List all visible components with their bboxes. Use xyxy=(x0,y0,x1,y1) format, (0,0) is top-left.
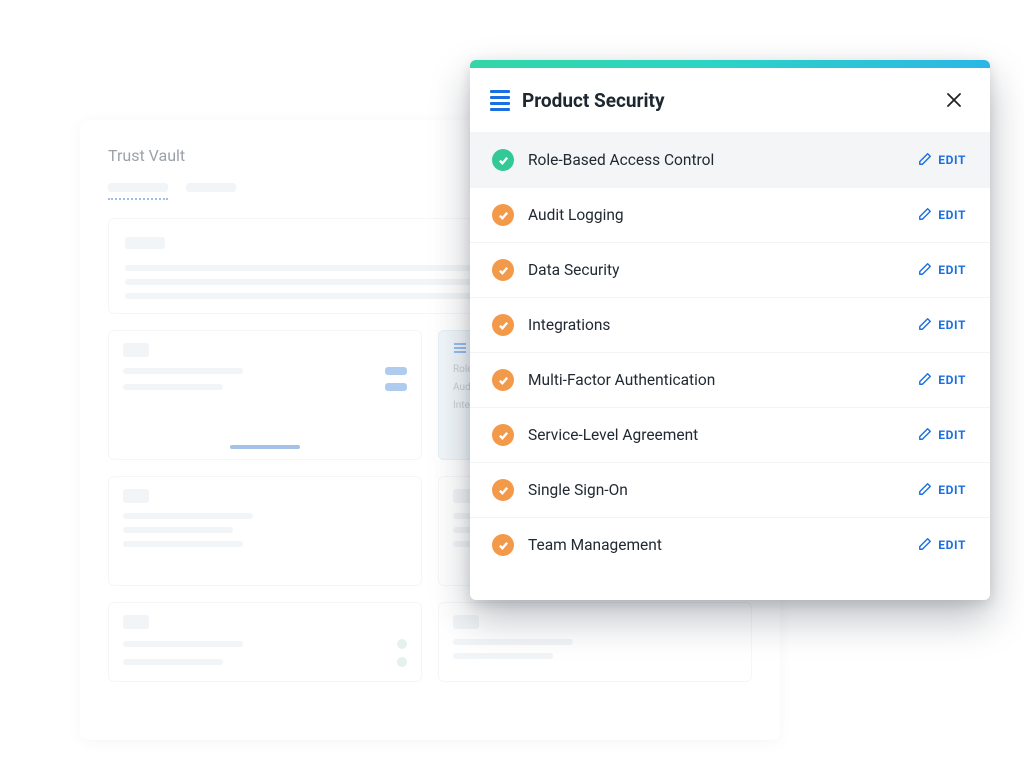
security-item-label: Integrations xyxy=(528,316,610,334)
pencil-icon xyxy=(918,316,932,335)
security-item-label: Single Sign-On xyxy=(528,481,628,499)
edit-label: EDIT xyxy=(938,263,966,277)
check-complete-icon xyxy=(492,149,514,171)
check-pending-icon xyxy=(492,479,514,501)
pencil-icon xyxy=(918,371,932,390)
tab-underline xyxy=(108,198,168,200)
security-item-label: Service-Level Agreement xyxy=(528,426,698,444)
panel-title: Product Security xyxy=(522,89,665,112)
check-pending-icon xyxy=(492,424,514,446)
security-item[interactable]: Data Security EDIT xyxy=(470,242,990,297)
edit-button[interactable]: EDIT xyxy=(918,151,966,170)
security-item[interactable]: Audit Logging EDIT xyxy=(470,187,990,242)
list-icon xyxy=(453,341,467,355)
security-item-label: Role-Based Access Control xyxy=(528,151,714,169)
check-pending-icon xyxy=(492,534,514,556)
security-item[interactable]: Service-Level Agreement EDIT xyxy=(470,407,990,462)
product-security-panel: Product Security Role-Based Access Contr… xyxy=(470,60,990,600)
security-item-label: Audit Logging xyxy=(528,206,624,224)
pencil-icon xyxy=(918,261,932,280)
security-item[interactable]: Integrations EDIT xyxy=(470,297,990,352)
security-item[interactable]: Multi-Factor Authentication EDIT xyxy=(470,352,990,407)
edit-button[interactable]: EDIT xyxy=(918,426,966,445)
edit-button[interactable]: EDIT xyxy=(918,536,966,555)
edit-button[interactable]: EDIT xyxy=(918,316,966,335)
edit-label: EDIT xyxy=(938,208,966,222)
security-item-label: Multi-Factor Authentication xyxy=(528,371,715,389)
edit-label: EDIT xyxy=(938,318,966,332)
security-item-label: Team Management xyxy=(528,536,662,554)
security-item[interactable]: Team Management EDIT xyxy=(470,517,990,572)
edit-button[interactable]: EDIT xyxy=(918,261,966,280)
edit-label: EDIT xyxy=(938,483,966,497)
pencil-icon xyxy=(918,151,932,170)
status-dot-icon xyxy=(397,657,407,667)
skeleton-card xyxy=(108,330,422,460)
pencil-icon xyxy=(918,481,932,500)
skeleton-card xyxy=(108,602,422,682)
menu-icon[interactable] xyxy=(490,90,510,111)
edit-button[interactable]: EDIT xyxy=(918,371,966,390)
edit-label: EDIT xyxy=(938,538,966,552)
pencil-icon xyxy=(918,206,932,225)
skeleton-card xyxy=(438,602,752,682)
check-pending-icon xyxy=(492,204,514,226)
panel-accent-bar xyxy=(470,60,990,68)
security-item[interactable]: Role-Based Access Control EDIT xyxy=(470,132,990,187)
security-item-list: Role-Based Access ControlEDITAudit Loggi… xyxy=(470,132,990,572)
check-pending-icon xyxy=(492,314,514,336)
pencil-icon xyxy=(918,536,932,555)
skeleton-link xyxy=(230,445,300,449)
status-dot-icon xyxy=(397,639,407,649)
edit-label: EDIT xyxy=(938,153,966,167)
security-item[interactable]: Single Sign-On EDIT xyxy=(470,462,990,517)
edit-button[interactable]: EDIT xyxy=(918,206,966,225)
edit-button[interactable]: EDIT xyxy=(918,481,966,500)
skeleton-card xyxy=(108,476,422,586)
close-button[interactable] xyxy=(942,88,966,112)
check-pending-icon xyxy=(492,259,514,281)
security-item-label: Data Security xyxy=(528,261,619,279)
edit-label: EDIT xyxy=(938,428,966,442)
check-pending-icon xyxy=(492,369,514,391)
edit-label: EDIT xyxy=(938,373,966,387)
pencil-icon xyxy=(918,426,932,445)
